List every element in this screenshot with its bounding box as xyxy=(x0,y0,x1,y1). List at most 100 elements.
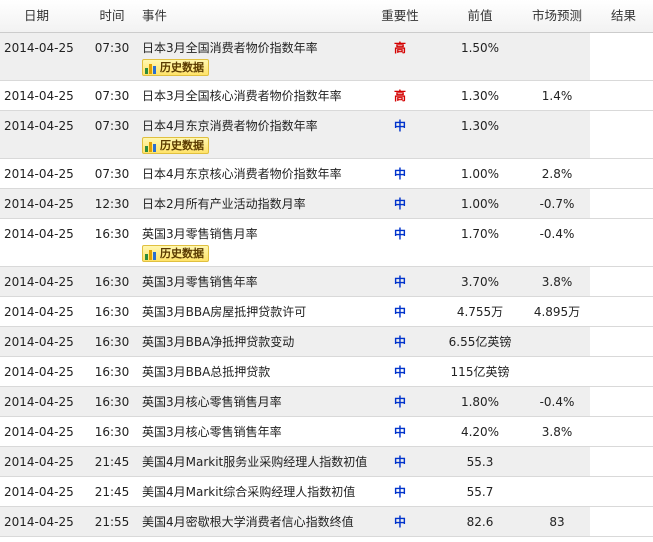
row-result xyxy=(594,33,653,80)
row-previous: 1.70% xyxy=(460,227,500,241)
row-event-cell: 英国3月BBA净抵押贷款变动 xyxy=(138,327,360,356)
row-event-name: 日本4月东京消费者物价指数年率 xyxy=(142,119,318,133)
table-row: 2014-04-25 16:30 英国3月BBA房屋抵押贷款许可 中 4.755万 4.8… xyxy=(0,297,653,327)
table-row: 2014-04-25 07:30 日本3月全国核心消费者物价指数年率 高 1.30% 1.… xyxy=(0,81,653,111)
row-time: 16:30 xyxy=(94,305,130,319)
history-data-button[interactable]: 历史数据 xyxy=(142,137,209,154)
row-date: 2014-04-25 xyxy=(4,515,74,529)
row-previous: 55.7 xyxy=(466,485,494,499)
row-time: 16:30 xyxy=(94,335,130,349)
table-row: 2014-04-25 21:55 美国4月密歇根大学消费者信心指数终值 中 82.6 83 xyxy=(0,507,653,537)
row-previous: 55.3 xyxy=(466,455,494,469)
row-event-cell: 英国3月核心零售销售月率 xyxy=(138,387,360,416)
row-event-name: 英国3月零售销售月率 xyxy=(142,227,258,241)
row-event-cell: 英国3月BBA房屋抵押贷款许可 xyxy=(138,297,360,326)
row-previous: 82.6 xyxy=(466,515,494,529)
row-date: 2014-04-25 xyxy=(4,275,74,289)
table-row: 2014-04-25 16:30 英国3月BBA总抵押贷款 中 115亿英镑 xyxy=(0,357,653,387)
row-event-cell: 日本2月所有产业活动指数月率 xyxy=(138,189,360,218)
row-result xyxy=(594,507,653,536)
bar-chart-icon xyxy=(145,62,157,74)
row-forecast xyxy=(520,447,594,476)
row-forecast: 2.8% xyxy=(541,167,573,181)
row-result xyxy=(594,327,653,356)
header-previous: 前值 xyxy=(467,8,493,23)
row-date: 2014-04-25 xyxy=(4,119,74,133)
row-event-name: 英国3月BBA净抵押贷款变动 xyxy=(142,335,295,349)
row-previous: 115亿英镑 xyxy=(450,365,510,379)
row-previous: 1.30% xyxy=(460,119,500,133)
history-data-button[interactable]: 历史数据 xyxy=(142,59,209,76)
row-event-name: 美国4月Markit服务业采购经理人指数初值 xyxy=(142,455,368,469)
row-date: 2014-04-25 xyxy=(4,89,74,103)
row-date: 2014-04-25 xyxy=(4,485,74,499)
row-event-name: 美国4月Markit综合采购经理人指数初值 xyxy=(142,485,356,499)
row-previous: 1.00% xyxy=(460,167,500,181)
row-event-cell: 英国3月核心零售销售年率 xyxy=(138,417,360,446)
row-forecast xyxy=(520,327,594,356)
importance-badge: 高 xyxy=(393,41,406,55)
row-result xyxy=(594,111,653,158)
row-forecast: 3.8% xyxy=(541,275,573,289)
history-data-label: 历史数据 xyxy=(160,246,204,260)
row-forecast: -0.4% xyxy=(539,395,575,409)
row-forecast xyxy=(520,33,594,80)
row-time: 07:30 xyxy=(94,167,130,181)
row-forecast: -0.7% xyxy=(539,197,575,211)
header-result: 结果 xyxy=(610,8,636,23)
row-event-name: 英国3月BBA房屋抵押贷款许可 xyxy=(142,305,307,319)
row-time: 21:55 xyxy=(94,515,130,529)
importance-badge: 中 xyxy=(393,455,406,469)
table-row: 2014-04-25 07:30 日本4月东京消费者物价指数年率 历史数据 中 1.30% xyxy=(0,111,653,159)
table-row: 2014-04-25 07:30 日本4月东京核心消费者物价指数年率 中 1.00% 2.… xyxy=(0,159,653,189)
header-importance: 重要性 xyxy=(381,8,419,23)
importance-badge: 中 xyxy=(393,197,406,211)
row-forecast: 83 xyxy=(549,515,565,529)
row-previous: 1.30% xyxy=(460,89,500,103)
row-event-cell: 英国3月零售销售月率历史数据 xyxy=(138,219,360,266)
table-row: 2014-04-25 12:30 日本2月所有产业活动指数月率 中 1.00% -0.7% xyxy=(0,189,653,219)
row-forecast: 1.4% xyxy=(541,89,573,103)
row-date: 2014-04-25 xyxy=(4,167,74,181)
row-previous: 4.755万 xyxy=(456,305,504,319)
row-event-name: 英国3月BBA总抵押贷款 xyxy=(142,365,271,379)
row-result xyxy=(594,387,653,416)
table-row: 2014-04-25 16:30 英国3月核心零售销售年率 中 4.20% 3.8% xyxy=(0,417,653,447)
row-date: 2014-04-25 xyxy=(4,197,74,211)
row-date: 2014-04-25 xyxy=(4,425,74,439)
row-forecast: 4.895万 xyxy=(533,305,581,319)
row-event-cell: 日本4月东京消费者物价指数年率 历史数据 xyxy=(138,111,360,158)
row-date: 2014-04-25 xyxy=(4,395,74,409)
row-result xyxy=(594,417,653,446)
row-result xyxy=(594,81,653,110)
row-previous: 1.00% xyxy=(460,197,500,211)
table-header: 日期 时间 事件 重要性 前值 市场预测 结果 xyxy=(0,0,653,33)
row-result xyxy=(594,357,653,386)
row-event-cell: 美国4月Markit综合采购经理人指数初值 xyxy=(138,477,360,506)
row-result xyxy=(594,447,653,476)
bar-chart-icon xyxy=(145,248,157,260)
row-result xyxy=(594,219,653,266)
row-time: 07:30 xyxy=(94,89,130,103)
row-result xyxy=(594,159,653,188)
row-event-name: 英国3月核心零售销售年率 xyxy=(142,425,282,439)
row-previous: 3.70% xyxy=(460,275,500,289)
economic-calendar-table: 日期 时间 事件 重要性 前值 市场预测 结果 2014-04-25 07:30 日… xyxy=(0,0,653,537)
row-time: 16:30 xyxy=(94,395,130,409)
row-time: 21:45 xyxy=(94,485,130,499)
importance-badge: 中 xyxy=(393,485,406,499)
row-time: 07:30 xyxy=(94,119,130,133)
table-row: 2014-04-25 21:45 美国4月Markit服务业采购经理人指数初值 中 55… xyxy=(0,447,653,477)
table-row: 2014-04-25 16:30 英国3月零售销售年率 中 3.70% 3.8% xyxy=(0,267,653,297)
importance-badge: 中 xyxy=(393,167,406,181)
row-forecast xyxy=(520,357,594,386)
importance-badge: 高 xyxy=(393,89,406,103)
importance-badge: 中 xyxy=(393,305,406,319)
row-event-cell: 英国3月零售销售年率 xyxy=(138,267,360,296)
row-previous: 1.50% xyxy=(460,41,500,55)
importance-badge: 中 xyxy=(393,515,406,529)
row-event-name: 日本3月全国消费者物价指数年率 xyxy=(142,41,318,55)
row-time: 16:30 xyxy=(94,425,130,439)
history-data-button[interactable]: 历史数据 xyxy=(142,245,209,262)
row-forecast: 3.8% xyxy=(541,425,573,439)
